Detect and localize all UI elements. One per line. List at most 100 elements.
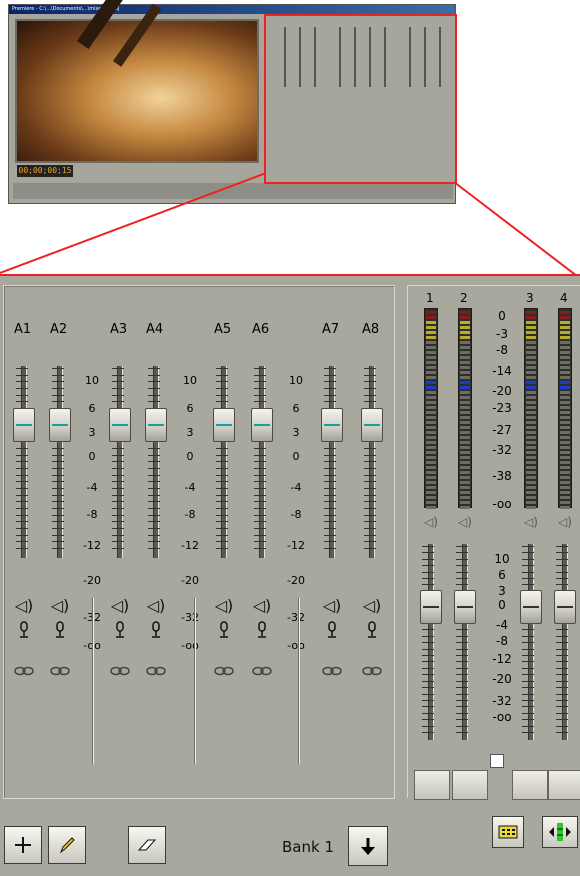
meter-segment: [460, 376, 470, 379]
microphone-icon[interactable]: [323, 620, 341, 640]
speaker-icon[interactable]: ◁): [145, 594, 167, 616]
tick-mark: [254, 515, 266, 516]
tick-mark: [556, 629, 568, 630]
meter-scale-label: -27: [492, 423, 512, 437]
tick-mark: [324, 508, 336, 509]
speaker-icon[interactable]: ◁): [321, 594, 343, 616]
link-icon[interactable]: [109, 666, 131, 676]
fader-ticks: [216, 368, 230, 549]
add-tool-button[interactable]: [4, 826, 42, 864]
tick-mark: [52, 515, 64, 516]
tick-mark: [556, 706, 568, 707]
output-slot[interactable]: [414, 770, 450, 800]
link-icon[interactable]: [13, 666, 35, 676]
channel-3-fader-knob[interactable]: [109, 408, 131, 442]
tick-mark: [456, 655, 468, 656]
tick-mark: [148, 381, 160, 382]
channel-8-fader-knob[interactable]: [361, 408, 383, 442]
tick-mark: [148, 535, 160, 536]
link-toggle-square[interactable]: [490, 754, 504, 768]
microphone-icon[interactable]: [363, 620, 381, 640]
tick-mark: [522, 552, 534, 553]
meter-segment: [560, 476, 570, 479]
speaker-icon[interactable]: ◁): [520, 511, 542, 533]
tick-mark: [254, 488, 266, 489]
microphone-icon[interactable]: [253, 620, 271, 640]
channel-7-fader-knob[interactable]: [321, 408, 343, 442]
meter-segment: [460, 476, 470, 479]
meter-scale-label: -38: [492, 469, 512, 483]
arrow-down-icon: [361, 838, 375, 855]
meter-segment: [460, 421, 470, 424]
master-scale-label: 0: [498, 598, 506, 612]
link-icon[interactable]: [361, 666, 383, 676]
tick-mark: [364, 548, 376, 549]
meter-segment: [526, 311, 536, 314]
meter-segment: [560, 456, 570, 459]
link-icon[interactable]: [251, 666, 273, 676]
video-preview: [15, 0, 259, 163]
scale-label: -12: [287, 539, 305, 553]
meter-segment: [426, 426, 436, 429]
speaker-icon[interactable]: ◁): [109, 594, 131, 616]
output-slot[interactable]: [452, 770, 488, 800]
master-fader-knob-1[interactable]: [420, 590, 442, 624]
tick-mark: [148, 481, 160, 482]
link-icon[interactable]: [213, 666, 235, 676]
microphone-icon[interactable]: [51, 620, 69, 640]
speaker-icon[interactable]: ◁): [454, 511, 476, 533]
channel-label-a1: A1: [14, 322, 32, 337]
microphone-icon[interactable]: [111, 620, 129, 640]
tick-mark: [52, 395, 64, 396]
pencil-tool-button[interactable]: [48, 826, 86, 864]
channel-6-fader-knob[interactable]: [251, 408, 273, 442]
output-slot[interactable]: [512, 770, 548, 800]
tick-mark: [556, 584, 568, 585]
master-fader-knob-3[interactable]: [520, 590, 542, 624]
tick-mark: [112, 495, 124, 496]
meter-segment: [526, 486, 536, 489]
tick-mark: [148, 495, 160, 496]
master-fader-knob-4[interactable]: [554, 590, 576, 624]
meter-toggle-button[interactable]: [542, 816, 578, 848]
meter-segment: [560, 506, 570, 509]
tick-mark: [148, 508, 160, 509]
meter-segment: [560, 346, 570, 349]
film-button[interactable]: [492, 816, 524, 848]
speaker-icon[interactable]: ◁): [361, 594, 383, 616]
meter-segment: [426, 346, 436, 349]
fader-marker: [16, 424, 32, 426]
tick-mark: [422, 700, 434, 701]
speaker-icon[interactable]: ◁): [420, 511, 442, 533]
speaker-icon[interactable]: ◁): [213, 594, 235, 616]
microphone-icon[interactable]: [147, 620, 165, 640]
channel-4-fader-knob[interactable]: [145, 408, 167, 442]
tick-mark: [52, 521, 64, 522]
eraser-tool-button[interactable]: [128, 826, 166, 864]
tick-mark: [16, 515, 28, 516]
speaker-icon[interactable]: ◁): [251, 594, 273, 616]
meter-segment: [526, 451, 536, 454]
bank-down-button[interactable]: [348, 826, 388, 866]
fader-ticks: [16, 368, 30, 549]
speaker-icon[interactable]: ◁): [554, 511, 576, 533]
master-fader-knob-2[interactable]: [454, 590, 476, 624]
tick-mark: [16, 508, 28, 509]
meter-segment: [560, 486, 570, 489]
link-icon[interactable]: [145, 666, 167, 676]
output-slot[interactable]: [548, 770, 580, 800]
link-icon[interactable]: [321, 666, 343, 676]
meter-scale-label: -14: [492, 364, 512, 378]
meter-channel-label: 3: [526, 291, 534, 305]
channel-2-fader-knob[interactable]: [49, 408, 71, 442]
tick-mark: [16, 488, 28, 489]
microphone-icon[interactable]: [215, 620, 233, 640]
scale-label: -20: [83, 573, 101, 587]
microphone-icon[interactable]: [15, 620, 33, 640]
channel-5-fader-knob[interactable]: [213, 408, 235, 442]
channel-1-fader-knob[interactable]: [13, 408, 35, 442]
speaker-icon[interactable]: ◁): [49, 594, 71, 616]
meter-segment: [560, 311, 570, 314]
speaker-icon[interactable]: ◁): [13, 594, 35, 616]
link-icon[interactable]: [49, 666, 71, 676]
